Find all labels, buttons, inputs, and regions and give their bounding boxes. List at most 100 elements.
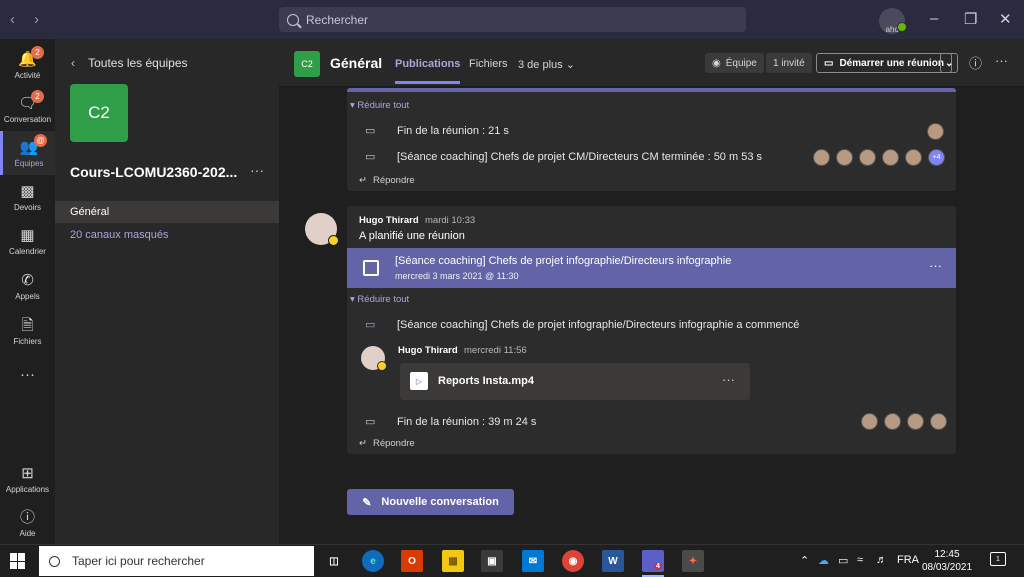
rail-apps[interactable]: ⊞ Applications	[0, 457, 55, 501]
post-card: ▾ Réduire tout ▭ Fin de la réunion : 21 …	[347, 88, 956, 191]
rail-label: Appels	[15, 291, 40, 301]
team-button[interactable]: ◉ Équipe	[705, 53, 764, 73]
windows-start-icon[interactable]	[10, 553, 26, 569]
tab-more[interactable]: 3 de plus ⌄	[518, 58, 575, 71]
store-icon[interactable]: ▣	[481, 550, 503, 572]
more-participants[interactable]: +4	[928, 149, 945, 166]
conversation-feed: ▾ Réduire tout ▭ Fin de la réunion : 21 …	[279, 88, 1024, 544]
avatar[interactable]	[859, 149, 876, 166]
edge-icon[interactable]: e	[362, 550, 384, 572]
meeting-end-event: ▭ Fin de la réunion : 21 s	[365, 124, 945, 138]
app-icon[interactable]: ✦	[682, 550, 704, 572]
notification-icon[interactable]: 1	[990, 552, 1006, 566]
sub-author[interactable]: Hugo Thirard	[398, 345, 458, 356]
maximize-icon[interactable]: ❐	[964, 10, 977, 28]
taskbar-search-placeholder: Taper ici pour rechercher	[72, 554, 205, 568]
wifi-icon[interactable]: ≈	[857, 554, 863, 566]
profile-initials: ahc	[885, 25, 899, 34]
avatar[interactable]	[836, 149, 853, 166]
channel-general[interactable]: Général	[55, 201, 279, 223]
mail-icon[interactable]: ✉	[522, 550, 544, 572]
post-time: mardi 10:33	[425, 215, 476, 226]
volume-icon[interactable]: ♬	[876, 554, 887, 566]
rail-calls[interactable]: ✆ Appels	[0, 264, 55, 308]
rail-chat[interactable]: 🗨 Conversation 2	[0, 87, 55, 131]
file-more-icon[interactable]: ···	[722, 372, 735, 387]
word-icon[interactable]: W	[602, 550, 624, 572]
collapse-label: Réduire tout	[357, 294, 410, 305]
rail-label: Activité	[14, 70, 41, 80]
meeting-card[interactable]: [Séance coaching] Chefs de projet infogr…	[347, 248, 956, 288]
more-options-icon[interactable]: ···	[995, 53, 1008, 68]
event-text: [Séance coaching] Chefs de projet CM/Dir…	[397, 150, 762, 163]
task-view-icon[interactable]: ◫	[323, 550, 345, 572]
video-icon: ▭	[365, 125, 376, 137]
clock[interactable]: 12:45 08/03/2021	[917, 548, 977, 574]
profile-avatar[interactable]: ahc	[879, 8, 907, 34]
calendar-icon	[363, 260, 379, 276]
avatar[interactable]	[927, 123, 944, 140]
search-input[interactable]: Rechercher	[279, 7, 746, 32]
post-message: A planifié une réunion	[359, 230, 465, 242]
chat-badge: 2	[31, 90, 44, 103]
meeting-more-icon[interactable]: ···	[929, 258, 942, 273]
team-button-label: Équipe	[725, 57, 757, 69]
close-icon[interactable]: ✕	[999, 10, 1012, 28]
rail-files[interactable]: 🗎 Fichiers	[0, 309, 55, 353]
back-arrow-icon[interactable]: ‹	[10, 11, 15, 28]
taskbar-search-input[interactable]: Taper ici pour rechercher	[39, 546, 314, 576]
event-text: [Séance coaching] Chefs de projet infogr…	[397, 318, 800, 331]
all-teams-link[interactable]: ‹ Toutes les équipes	[71, 56, 188, 70]
file-explorer-icon[interactable]: ▩	[442, 550, 464, 572]
tab-files[interactable]: Fichiers	[469, 58, 508, 70]
phone-icon: ✆	[21, 271, 34, 289]
chrome-icon[interactable]: ◉	[562, 550, 584, 572]
onedrive-icon[interactable]: ☁	[818, 554, 829, 567]
reply-button[interactable]: ↵ Répondre	[359, 175, 415, 186]
teams-taskbar-icon[interactable]: 4	[642, 550, 664, 577]
new-conversation-button[interactable]: ✎ Nouvelle conversation	[347, 489, 514, 515]
team-more-icon[interactable]: ···	[250, 162, 264, 178]
collapse-all-link[interactable]: ▾ Réduire tout	[350, 294, 409, 305]
forward-arrow-icon[interactable]: ›	[34, 11, 39, 28]
avatar[interactable]	[813, 149, 830, 166]
backpack-icon: ▩	[20, 182, 35, 200]
collapse-all-link[interactable]: ▾ Réduire tout	[350, 100, 409, 111]
avatar[interactable]	[305, 213, 339, 246]
rail-label: Conversation	[3, 114, 52, 124]
file-name: Reports Insta.mp4	[438, 375, 534, 387]
chevron-up-icon[interactable]: ⌃	[800, 554, 809, 567]
event-text: Fin de la réunion : 21 s	[397, 124, 509, 137]
rail-teams[interactable]: 👥 Équipes @	[0, 131, 55, 175]
avatar[interactable]	[882, 149, 899, 166]
info-icon[interactable]: ⓘ	[969, 53, 982, 72]
new-conversation-label: Nouvelle conversation	[381, 496, 499, 508]
guest-button[interactable]: 1 invité	[766, 53, 812, 73]
windows-taskbar: Taper ici pour rechercher ◫ e O ▩ ▣ ✉ ◉ …	[0, 544, 1024, 577]
tab-publications[interactable]: Publications	[395, 58, 461, 84]
video-icon: ▭	[824, 57, 834, 69]
battery-icon[interactable]: ▭	[838, 554, 848, 567]
search-icon	[287, 13, 299, 26]
avatar[interactable]	[361, 346, 387, 371]
team-name[interactable]: Cours-LCOMU2360-202...	[70, 164, 250, 180]
rail-activity[interactable]: 🔔 Activité 2	[0, 43, 55, 87]
language-indicator[interactable]: FRA	[897, 554, 919, 566]
avatar[interactable]	[884, 413, 901, 430]
minimize-icon[interactable]: –	[930, 10, 938, 27]
reply-button[interactable]: ↵ Répondre	[359, 438, 415, 449]
avatar[interactable]	[861, 413, 878, 430]
rail-help[interactable]: ⓘ Aide	[0, 501, 55, 545]
rail-more[interactable]: ···	[0, 353, 55, 397]
post-author[interactable]: Hugo Thirard	[359, 215, 419, 226]
file-attachment[interactable]: ▷ Reports Insta.mp4 ···	[400, 363, 750, 400]
start-meeting-button[interactable]: ▭ Démarrer une réunion	[816, 53, 952, 73]
rail-assignments[interactable]: ▩ Devoirs	[0, 175, 55, 219]
rail-calendar[interactable]: ▦ Calendrier	[0, 219, 55, 263]
hidden-channels-link[interactable]: 20 canaux masqués	[55, 224, 279, 246]
avatar[interactable]	[930, 413, 947, 430]
office-icon[interactable]: O	[401, 550, 423, 572]
meeting-dropdown[interactable]: ⌄	[940, 53, 959, 73]
avatar[interactable]	[905, 149, 922, 166]
avatar[interactable]	[907, 413, 924, 430]
